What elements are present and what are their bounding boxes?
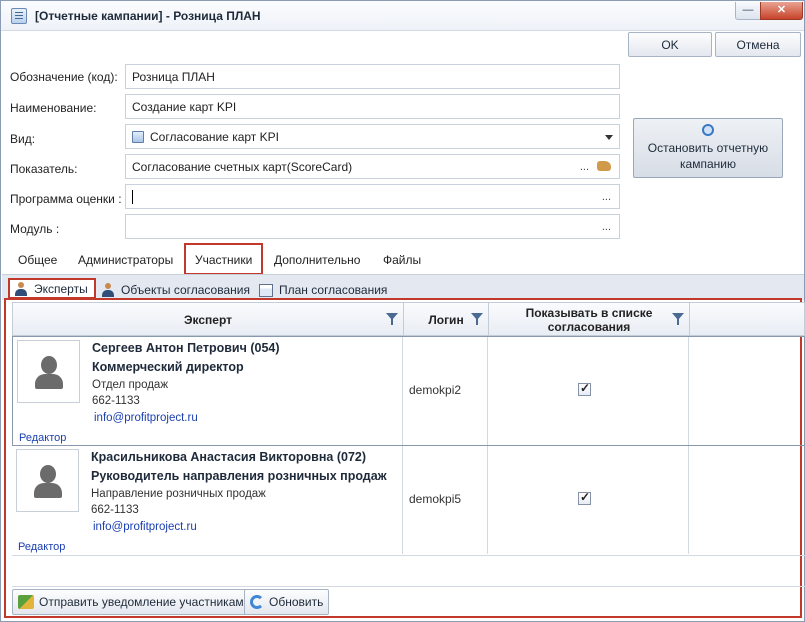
login-cell: demokpi2	[403, 337, 488, 445]
code-value: Розница ПЛАН	[132, 70, 215, 84]
table-row[interactable]: Редактор Красильникова Анастасия Викторо…	[12, 446, 805, 556]
window-title: [Отчетные кампании] - Розница ПЛАН	[35, 9, 261, 23]
tab-general[interactable]: Общее	[18, 243, 57, 275]
table-row[interactable]: Редактор Сергеев Антон Петрович (054) Ко…	[12, 336, 805, 446]
expert-cell: Редактор Сергеев Антон Петрович (054) Ко…	[13, 337, 403, 445]
expert-department: Направление розничных продаж	[91, 488, 266, 500]
column-expert-label: Эксперт	[183, 312, 233, 327]
refresh-label: Обновить	[269, 595, 324, 609]
subtab-plan[interactable]: План согласования	[255, 278, 393, 299]
text-caret	[132, 190, 133, 204]
tab-administrators[interactable]: Администраторы	[78, 243, 173, 275]
title-bar: [Отчетные кампании] - Розница ПЛАН — ✕	[1, 1, 804, 31]
type-value: Согласование карт KPI	[150, 130, 279, 144]
code-field[interactable]: Розница ПЛАН	[125, 64, 620, 89]
column-expert[interactable]: Эксперт	[13, 303, 404, 336]
send-notification-label: Отправить уведомление участникам	[39, 595, 244, 609]
send-notification-icon	[18, 595, 34, 609]
grid-footer: Отправить уведомление участникам Обновит…	[12, 586, 805, 616]
filter-icon[interactable]	[386, 313, 398, 325]
expert-icon	[14, 282, 28, 296]
show-in-list-checkbox[interactable]	[578, 381, 591, 396]
type-label: Вид:	[10, 132, 36, 146]
name-field[interactable]: Создание карт KPI	[125, 94, 620, 119]
program-label: Программа оценки :	[10, 192, 122, 206]
type-select[interactable]: Согласование карт KPI	[125, 124, 620, 149]
cancel-button[interactable]: Отмена	[715, 32, 801, 57]
login-value: demokpi5	[409, 492, 462, 506]
subtab-objects[interactable]: Объекты согласования	[97, 278, 256, 299]
column-show-in-list-label: Показывать в списке согласования	[525, 305, 653, 334]
column-login[interactable]: Логин	[404, 303, 489, 336]
show-in-list-cell	[488, 337, 689, 445]
grid-header: Эксперт Логин Показывать в списке соглас…	[12, 302, 805, 336]
login-cell: demokpi5	[403, 446, 488, 554]
indicator-label: Показатель:	[10, 162, 78, 176]
expert-position: Коммерческий директор	[92, 360, 244, 374]
tab-participants[interactable]: Участники	[184, 243, 264, 275]
name-value: Создание карт KPI	[132, 100, 237, 114]
tab-additional[interactable]: Дополнительно	[274, 243, 360, 275]
subtab-plan-label: План согласования	[279, 283, 388, 297]
code-label: Обозначение (код):	[10, 70, 118, 84]
filter-icon[interactable]	[672, 313, 684, 325]
user-icon	[101, 283, 115, 297]
stop-campaign-button[interactable]: Остановить отчетную кампанию	[633, 118, 783, 178]
document-icon	[11, 8, 27, 24]
expert-name: Красильникова Анастасия Викторовна (072)	[91, 450, 367, 464]
refresh-button[interactable]: Обновить	[244, 589, 330, 615]
minimize-button[interactable]: —	[735, 2, 761, 20]
editor-link[interactable]: Редактор	[18, 541, 65, 553]
module-field[interactable]: ...	[125, 214, 620, 239]
form-type-icon	[132, 131, 144, 143]
expert-email[interactable]: info@profitproject.ru	[93, 521, 197, 533]
subtab-objects-label: Объекты согласования	[121, 283, 250, 297]
expert-department: Отдел продаж	[92, 379, 169, 391]
editor-link[interactable]: Редактор	[19, 432, 66, 444]
experts-grid: Эксперт Логин Показывать в списке соглас…	[4, 298, 805, 618]
ok-button[interactable]: OK	[628, 32, 712, 57]
expert-phone: 662-1133	[91, 504, 139, 516]
refresh-icon	[250, 595, 264, 609]
subtab-experts[interactable]: Эксперты	[8, 278, 96, 299]
show-in-list-cell	[488, 446, 689, 554]
column-login-label: Логин	[428, 312, 464, 327]
campaign-window: [Отчетные кампании] - Розница ПЛАН — ✕ O…	[0, 0, 805, 622]
chevron-down-icon[interactable]	[605, 135, 613, 140]
program-field[interactable]: ...	[125, 184, 620, 209]
program-browse-button[interactable]: ...	[602, 191, 611, 203]
expert-phone: 662-1133	[92, 395, 140, 407]
close-button[interactable]: ✕	[760, 2, 803, 20]
show-in-list-checkbox[interactable]	[578, 490, 591, 505]
module-browse-button[interactable]: ...	[602, 221, 611, 233]
indicator-field[interactable]: Согласование счетных карт(ScoreCard) ...	[125, 154, 620, 179]
stop-icon	[702, 124, 714, 136]
subtab-experts-label: Эксперты	[34, 282, 88, 296]
login-value: demokpi2	[409, 383, 462, 397]
tab-files[interactable]: Файлы	[383, 243, 421, 275]
filter-icon[interactable]	[471, 313, 483, 325]
column-show-in-list[interactable]: Показывать в списке согласования	[489, 303, 690, 336]
indicator-browse-button[interactable]: ...	[580, 161, 589, 173]
expert-name: Сергеев Антон Петрович (054)	[92, 341, 280, 355]
hand-icon[interactable]	[597, 161, 611, 171]
name-label: Наименование:	[10, 101, 97, 115]
indicator-value: Согласование счетных карт(ScoreCard)	[132, 160, 353, 174]
avatar	[17, 340, 80, 403]
expert-cell: Редактор Красильникова Анастасия Викторо…	[12, 446, 403, 554]
calendar-icon	[259, 283, 273, 297]
send-notification-button[interactable]: Отправить уведомление участникам	[12, 589, 250, 615]
avatar	[16, 449, 79, 512]
module-label: Модуль :	[10, 222, 60, 236]
expert-position: Руководитель направления розничных прода…	[91, 469, 387, 483]
stop-campaign-label: Остановить отчетную кампанию	[647, 141, 769, 171]
expert-email[interactable]: info@profitproject.ru	[94, 412, 198, 424]
